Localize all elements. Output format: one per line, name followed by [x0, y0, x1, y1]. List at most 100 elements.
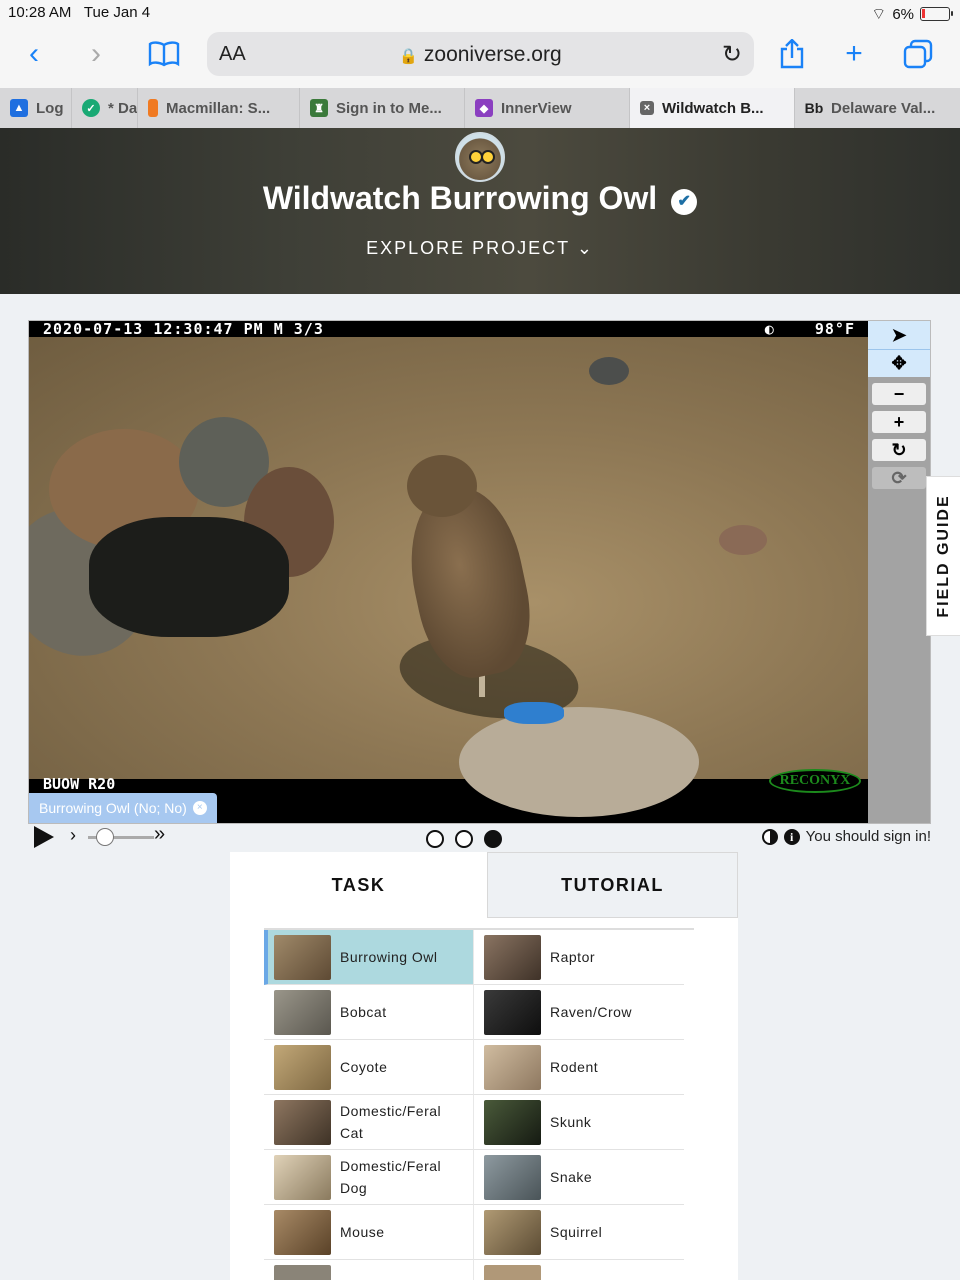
tab-5[interactable]: × Wildwatch B...	[630, 88, 795, 128]
chevron-down-icon: ⌄	[576, 238, 594, 258]
frame-dot-3[interactable]	[484, 830, 502, 848]
share-icon[interactable]	[772, 34, 812, 74]
faster-icon[interactable]: »	[154, 823, 165, 846]
move-tool-button[interactable]: ✥	[868, 349, 930, 377]
subject-viewer: 2020-07-13 12:30:47 PM M 3/3 ◐ 98°F BUOW…	[28, 320, 931, 824]
tab-task[interactable]: TASK	[230, 852, 487, 918]
back-icon[interactable]: ‹	[14, 34, 54, 74]
tabs-overview-icon[interactable]	[898, 34, 938, 74]
reset-icon: ⟳	[891, 467, 907, 488]
lock-icon: 🔒	[399, 48, 419, 65]
choice-snake[interactable]: Snake	[474, 1150, 684, 1205]
choice-mouse[interactable]: Mouse	[264, 1205, 474, 1260]
zoom-out-button[interactable]: −	[872, 383, 926, 405]
explore-project-button[interactable]: EXPLORE PROJECT ⌄	[0, 238, 960, 259]
field-guide-tab[interactable]: FIELD GUIDE	[926, 476, 960, 636]
speed-slider[interactable]	[88, 828, 154, 846]
new-tab-icon[interactable]: +	[834, 34, 874, 74]
choice-bobcat[interactable]: Bobcat	[264, 985, 474, 1040]
choice-thumbnail	[484, 1099, 541, 1145]
choice-partial-2[interactable]	[474, 1260, 684, 1280]
address-bar[interactable]: AA 🔒 zooniverse.org ↻	[207, 32, 754, 76]
choice-domestic-cat[interactable]: Domestic/Feral Cat	[264, 1095, 474, 1150]
choice-partial-1[interactable]	[264, 1260, 474, 1280]
play-icon[interactable]	[34, 826, 54, 848]
project-avatar[interactable]	[455, 132, 505, 182]
tab-favicon-icon: ◆	[475, 99, 493, 117]
zoom-in-button[interactable]: +	[872, 411, 926, 433]
choice-domestic-dog[interactable]: Domestic/Feral Dog	[264, 1150, 474, 1205]
choice-thumbnail	[484, 1154, 541, 1200]
choice-coyote[interactable]: Coyote	[264, 1040, 474, 1095]
choice-thumbnail	[274, 1154, 331, 1200]
reload-icon[interactable]: ↻	[722, 40, 742, 69]
frame-dot-2[interactable]	[455, 830, 473, 848]
choice-rodent[interactable]: Rodent	[474, 1040, 684, 1095]
reset-button[interactable]: ⟳	[872, 467, 926, 489]
temperature: ◐ 98°F	[764, 321, 855, 338]
move-icon: ✥	[891, 353, 907, 373]
timestamp: 2020-07-13 12:30:47 PM M 3/3	[43, 321, 324, 338]
rock	[459, 707, 699, 817]
tab-favicon-icon	[148, 99, 158, 117]
frame-selector	[426, 830, 502, 848]
tab-tutorial[interactable]: TUTORIAL	[487, 852, 738, 918]
forward-icon[interactable]: ›	[76, 34, 116, 74]
choice-thumbnail	[484, 1209, 541, 1255]
verified-icon: ✔	[671, 189, 698, 215]
pebble	[719, 525, 767, 555]
sign-in-text[interactable]: You should sign in!	[806, 828, 931, 845]
task-panel: TASK TUTORIAL Burrowing Owl Raptor Bobca…	[230, 852, 738, 1280]
close-icon[interactable]: ×	[192, 801, 207, 815]
slower-icon[interactable]: ›	[70, 825, 76, 846]
tab-3[interactable]: ♜ Sign in to Me...	[300, 88, 465, 128]
burrow-pipe	[89, 517, 289, 637]
choice-thumbnail	[484, 1044, 541, 1090]
photo-scene	[29, 337, 869, 817]
annotation-tag[interactable]: Burrowing Owl (No; No) ×	[29, 793, 217, 823]
image-toolbar: ➤ ✥ − + ↻ ⟳	[868, 321, 930, 823]
blue-debris	[504, 702, 564, 724]
rotate-icon: ↻	[891, 439, 907, 460]
info-icon[interactable]: i	[783, 828, 800, 845]
status-bar: 10:28 AM Tue Jan 4 ⌔ 6%	[0, 0, 960, 26]
tab-1[interactable]: ✓ * Da	[72, 88, 138, 128]
tab-4[interactable]: ◆ InnerView	[465, 88, 630, 128]
choice-burrowing-owl[interactable]: Burrowing Owl	[264, 930, 474, 985]
status-right: ⌔ 6%	[871, 4, 953, 24]
bookmarks-icon[interactable]	[144, 34, 184, 74]
contrast-icon[interactable]	[761, 828, 778, 845]
slider-knob[interactable]	[96, 828, 114, 846]
tab-favicon-icon: ♜	[310, 99, 328, 117]
tab-0[interactable]: ▲ Log	[0, 88, 72, 128]
frame-dot-1[interactable]	[426, 830, 444, 848]
browser-toolbar: ‹ › AA 🔒 zooniverse.org ↻ +	[0, 26, 960, 88]
owl-head	[407, 455, 477, 517]
rotate-button[interactable]: ↻	[872, 439, 926, 461]
sign-in-notice: i You should sign in!	[761, 828, 931, 845]
project-title: Wildwatch Burrowing Owl ✔	[0, 180, 960, 217]
choice-thumbnail	[484, 934, 541, 980]
tab-6[interactable]: Bb Delaware Val...	[795, 88, 960, 128]
tab-2[interactable]: Macmillan: S...	[138, 88, 300, 128]
choice-thumbnail	[274, 1264, 331, 1280]
annotate-tool-button[interactable]: ➤	[868, 321, 930, 349]
moon-icon: ◐	[764, 321, 775, 338]
choice-thumbnail	[274, 1099, 331, 1145]
choice-raven-crow[interactable]: Raven/Crow	[474, 985, 684, 1040]
url-text[interactable]: 🔒 zooniverse.org	[207, 43, 754, 67]
choice-list: Burrowing Owl Raptor Bobcat Raven/Crow C…	[264, 928, 694, 1280]
choice-thumbnail	[274, 1209, 331, 1255]
choice-thumbnail	[484, 989, 541, 1035]
choice-raptor[interactable]: Raptor	[474, 930, 684, 985]
tab-favicon-icon: ▲	[10, 99, 28, 117]
choice-squirrel[interactable]: Squirrel	[474, 1205, 684, 1260]
battery-percent: 6%	[892, 5, 914, 23]
close-tab-icon[interactable]: ×	[640, 101, 654, 115]
wifi-icon: ⌔	[871, 6, 887, 23]
choice-thumbnail	[274, 1044, 331, 1090]
pebble	[589, 357, 629, 385]
choice-skunk[interactable]: Skunk	[474, 1095, 684, 1150]
choice-thumbnail	[274, 989, 331, 1035]
subject-image[interactable]: 2020-07-13 12:30:47 PM M 3/3 ◐ 98°F BUOW…	[29, 321, 869, 823]
